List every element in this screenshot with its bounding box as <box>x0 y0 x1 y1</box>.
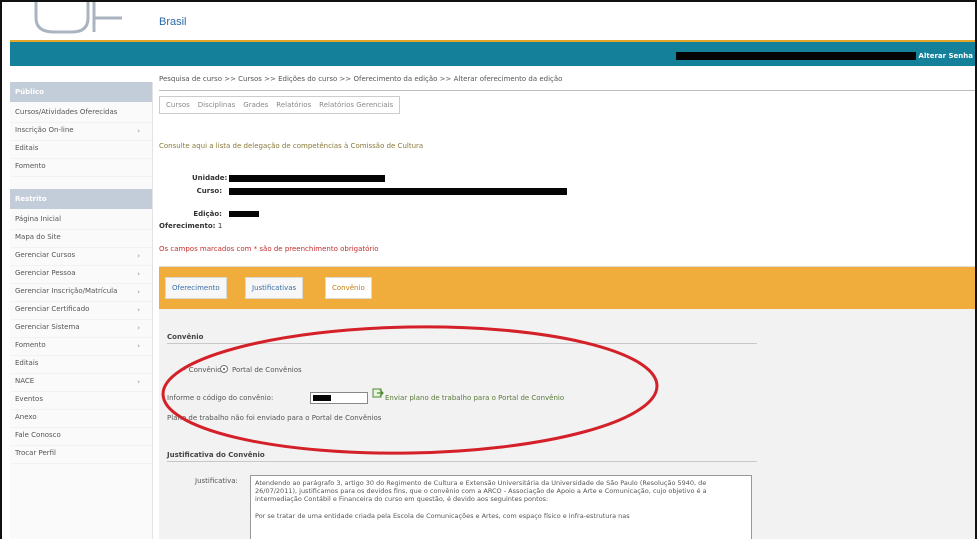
sidebar-group-restrito-list: Página Inicial Mapa do Site Gerenciar Curs… <box>10 212 152 464</box>
tab-convenio[interactable]: Convênio <box>325 277 372 299</box>
sidebar-item[interactable]: Cursos/Atividades Oferecidas <box>10 105 152 123</box>
convenio-section-divider <box>167 343 757 344</box>
codigo-convenio-input[interactable] <box>310 392 368 404</box>
chevron-right-icon: › <box>137 127 140 135</box>
justificativa-field-label: Justificativa: <box>195 477 238 485</box>
unidade-label: Unidade: <box>192 174 228 182</box>
sidebar-item[interactable]: Gerenciar Pessoa › <box>10 266 152 284</box>
brand-label: Brasil <box>159 16 187 28</box>
sidebar-item[interactable]: Inscrição On-line › <box>10 123 152 141</box>
sidebar-item-label: Cursos/Atividades Oferecidas <box>15 108 118 116</box>
justificativa-section-title: Justificativa do Convênio <box>167 451 265 459</box>
sidebar-item[interactable]: Gerenciar Inscrição/Matrícula › <box>10 284 152 302</box>
sidebar-item[interactable]: Mapa do Site <box>10 230 152 248</box>
sidebar-item[interactable]: Trocar Perfil <box>10 446 152 464</box>
required-fields-note: Os campos marcados com * são de preenchi… <box>159 245 379 253</box>
convenio-radio-label: * Convênio: <box>183 366 224 374</box>
sidebar-item[interactable]: NACE › <box>10 374 152 392</box>
sidebar-group-restrito: Restrito <box>10 189 152 209</box>
convenio-section-title: Convênio <box>167 333 204 341</box>
oferecimento-value: 1 <box>217 222 223 230</box>
sidebar-item[interactable]: Fomento <box>10 159 152 177</box>
sidebar: Público Cursos/Atividades Oferecidas Insc… <box>10 82 153 539</box>
oferecimento-label-text: Oferecimento: <box>159 222 216 230</box>
sidebar-item[interactable]: Fomento › <box>10 338 152 356</box>
send-plan-icon[interactable] <box>372 387 384 399</box>
sidebar-item[interactable]: Eventos <box>10 392 152 410</box>
unidade-value-redacted <box>229 175 385 182</box>
chevron-right-icon: › <box>137 378 140 386</box>
sidebar-item-label: Página Inicial <box>15 215 62 223</box>
tab-justificativas[interactable]: Justificativas <box>245 277 304 299</box>
sidebar-item[interactable]: Editais <box>10 356 152 374</box>
codigo-convenio-label: Informe o código do convênio: <box>167 394 274 402</box>
chevron-right-icon: › <box>137 288 140 296</box>
send-plan-link[interactable]: Enviar plano de trabalho para o Portal d… <box>385 394 564 402</box>
sidebar-item-label: Gerenciar Certificado <box>15 305 90 313</box>
subnav-item[interactable]: Relatórios Gerenciais <box>319 101 393 109</box>
justificativa-paragraph-1: Atendendo ao parágrafo 3, artigo 30 do R… <box>255 479 707 503</box>
sidebar-item-label: Eventos <box>15 395 43 403</box>
edit-panel: Oferecimento Justificativas Convênio Con… <box>159 266 975 539</box>
sidebar-item-label: Gerenciar Sistema <box>15 323 80 331</box>
sidebar-item[interactable]: Gerenciar Cursos › <box>10 248 152 266</box>
sidebar-item-label: Gerenciar Cursos <box>15 251 76 259</box>
sidebar-item-label: Gerenciar Inscrição/Matrícula <box>15 287 118 295</box>
tab-bar: Oferecimento Justificativas Convênio <box>159 267 975 309</box>
sidebar-group-publico-list: Cursos/Atividades Oferecidas Inscrição On… <box>10 105 152 177</box>
breadcrumb-divider <box>159 90 975 91</box>
curso-label: Curso: <box>196 187 222 195</box>
plan-status-text: Plano de trabalho não foi enviado para o… <box>167 414 382 422</box>
redacted-user-name <box>676 52 916 60</box>
justificativa-textarea[interactable]: Atendendo ao parágrafo 3, artigo 30 do R… <box>250 475 752 539</box>
alterar-senha-link[interactable]: Alterar Senha <box>919 52 973 60</box>
portal-convenios-option-label: Portal de Convênios <box>232 366 302 374</box>
sidebar-item-label: Mapa do Site <box>15 233 61 241</box>
oferecimento-label: Oferecimento: 1 <box>159 222 222 230</box>
sidebar-item-label: Fomento <box>15 341 46 349</box>
page-frame: Brasil Alterar Senha Público Cursos/Ativ… <box>0 0 977 539</box>
breadcrumb[interactable]: Pesquisa de curso >> Cursos >> Edições d… <box>159 75 562 83</box>
sidebar-group-publico: Público <box>10 82 152 102</box>
sidebar-item[interactable]: Gerenciar Certificado › <box>10 302 152 320</box>
sidebar-item[interactable]: Editais <box>10 141 152 159</box>
sidebar-item-label: Editais <box>15 359 39 367</box>
edicao-label: Edição: <box>193 210 222 218</box>
subnav-item[interactable]: Relatórios <box>276 101 311 109</box>
chevron-right-icon: › <box>137 324 140 332</box>
subnav-item[interactable]: Grades <box>243 101 268 109</box>
subnav-item[interactable]: Cursos <box>166 101 190 109</box>
delegation-link[interactable]: Consulte aqui a lista de delegação de co… <box>159 142 423 150</box>
sidebar-item[interactable]: Gerenciar Sistema › <box>10 320 152 338</box>
chevron-right-icon: › <box>137 270 140 278</box>
usp-logo <box>34 2 122 34</box>
chevron-right-icon: › <box>137 306 140 314</box>
sidebar-item-label: Inscrição On-line <box>15 126 74 134</box>
chevron-right-icon: › <box>137 342 140 350</box>
justificativa-paragraph-2: Por se tratar de uma entidade criada pel… <box>255 512 630 520</box>
sub-navigation: Cursos Disciplinas Grades Relatórios Relatór… <box>159 96 401 114</box>
portal-convenios-radio[interactable] <box>220 365 228 373</box>
codigo-convenio-redacted <box>313 395 331 401</box>
sidebar-item-label: Anexo <box>15 413 37 421</box>
sidebar-item-label: Fomento <box>15 162 46 170</box>
chevron-right-icon: › <box>137 252 140 260</box>
sidebar-item-label: Editais <box>15 144 39 152</box>
edicao-value-redacted <box>229 211 259 217</box>
justificativa-section-divider <box>167 461 757 462</box>
sidebar-item-label: Trocar Perfil <box>15 449 57 457</box>
curso-value-redacted <box>229 188 567 195</box>
sidebar-item-label: Fale Conosco <box>15 431 61 439</box>
sidebar-item-label: NACE <box>15 377 35 385</box>
sidebar-item-label: Gerenciar Pessoa <box>15 269 76 277</box>
sidebar-item[interactable]: Fale Conosco <box>10 428 152 446</box>
sidebar-item[interactable]: Anexo <box>10 410 152 428</box>
tab-oferecimento[interactable]: Oferecimento <box>165 277 227 299</box>
subnav-item[interactable]: Disciplinas <box>198 101 235 109</box>
sidebar-item[interactable]: Página Inicial <box>10 212 152 230</box>
